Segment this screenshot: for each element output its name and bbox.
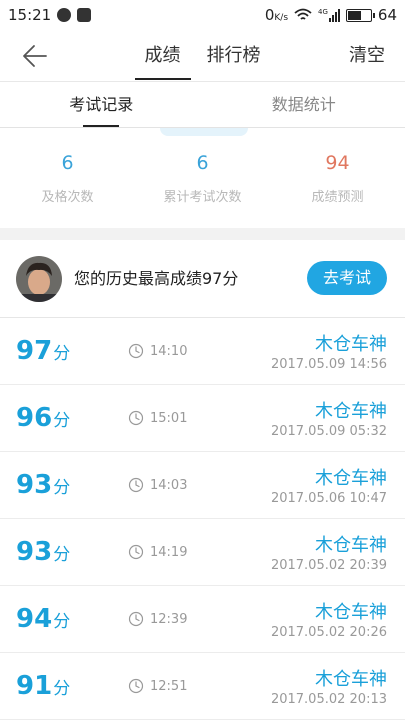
list-item[interactable]: 97分 14:10 木仓车神 2017.05.09 14:56	[0, 318, 405, 385]
signal-icon: 4G	[318, 8, 340, 22]
tab-data-statistics[interactable]: 数据统计	[203, 82, 405, 127]
best-score-text: 您的历史最高成绩97分	[74, 269, 239, 288]
stat-score-prediction: 94 成绩预测	[270, 140, 405, 228]
stats-summary: 6 及格次数 6 累计考试次数 94 成绩预测	[0, 140, 405, 228]
stat-label: 及格次数	[41, 190, 94, 205]
wifi-icon	[294, 8, 312, 20]
sub-tabs: 考试记录 数据统计	[0, 82, 405, 128]
user-name: 木仓车神	[315, 401, 387, 422]
duration: 14:03	[150, 478, 188, 493]
nav-bar: 成绩 排行榜 清空	[0, 30, 405, 82]
duration: 12:39	[150, 612, 188, 627]
stat-pass-count: 6 及格次数	[0, 140, 135, 228]
score: 93分	[16, 470, 71, 500]
battery-icon	[345, 8, 375, 22]
clock-icon	[128, 410, 144, 426]
exam-datetime: 2017.05.09 05:32	[270, 424, 387, 439]
network-speed: 0K/s	[264, 6, 289, 24]
duration: 14:10	[150, 344, 188, 359]
list-item[interactable]: 96分 15:01 木仓车神 2017.05.09 05:32	[0, 385, 405, 452]
clock-icon	[128, 678, 144, 694]
best-score-row: 您的历史最高成绩97分 去考试	[0, 240, 405, 318]
list-item[interactable]: 93分 14:19 木仓车神 2017.05.02 20:39	[0, 519, 405, 586]
score: 96分	[16, 403, 71, 433]
nav-tabs: 成绩 排行榜	[0, 30, 405, 82]
user-name: 木仓车神	[315, 602, 387, 623]
score: 97分	[16, 336, 71, 366]
list-item[interactable]: 93分 14:03 木仓车神 2017.05.06 10:47	[0, 452, 405, 519]
user-name: 木仓车神	[315, 334, 387, 355]
list-item[interactable]: 94分 12:39 木仓车神 2017.05.02 20:26	[0, 586, 405, 653]
exam-datetime: 2017.05.02 20:39	[270, 558, 387, 573]
score: 94分	[16, 604, 71, 634]
exam-datetime: 2017.05.09 14:56	[270, 357, 387, 372]
tab-ranking[interactable]: 排行榜	[207, 30, 261, 82]
take-exam-button[interactable]: 去考试	[307, 261, 387, 295]
chat-notification-icon	[57, 8, 72, 22]
duration: 15:01	[150, 411, 188, 426]
stat-total-exams: 6 累计考试次数	[135, 140, 270, 228]
status-bar: 15:21 0K/s 4G 64	[0, 0, 405, 30]
section-divider	[0, 228, 405, 240]
battery-level: 64	[377, 6, 397, 24]
score: 91分	[16, 671, 71, 701]
user-name: 木仓车神	[315, 535, 387, 556]
tab-exam-records[interactable]: 考试记录	[0, 82, 203, 127]
list-item[interactable]: 91分 12:51 木仓车神 2017.05.02 20:13	[0, 653, 405, 720]
exam-datetime: 2017.05.06 10:47	[270, 491, 387, 506]
tab-scores[interactable]: 成绩	[134, 30, 191, 82]
stat-value: 94	[325, 152, 350, 174]
clock-icon	[128, 611, 144, 627]
clock-icon	[128, 477, 144, 493]
user-name: 木仓车神	[315, 468, 387, 489]
clear-button[interactable]: 清空	[349, 30, 385, 82]
stat-value: 6	[196, 152, 209, 174]
stat-label: 累计考试次数	[163, 190, 242, 205]
score: 93分	[16, 537, 71, 567]
stat-value: 6	[61, 152, 74, 174]
clock-icon	[128, 544, 144, 560]
exam-record-list: 97分 14:10 木仓车神 2017.05.09 14:56 96分 15:0…	[0, 318, 405, 720]
avatar	[16, 256, 62, 302]
shield-notification-icon	[77, 8, 92, 22]
user-name: 木仓车神	[315, 669, 387, 690]
exam-datetime: 2017.05.02 20:13	[270, 692, 387, 707]
stat-label: 成绩预测	[311, 190, 364, 205]
duration: 12:51	[150, 679, 188, 694]
gauge-arc	[160, 128, 248, 136]
status-time: 15:21	[8, 6, 52, 24]
exam-datetime: 2017.05.02 20:26	[270, 625, 387, 640]
duration: 14:19	[150, 545, 188, 560]
clock-icon	[128, 343, 144, 359]
